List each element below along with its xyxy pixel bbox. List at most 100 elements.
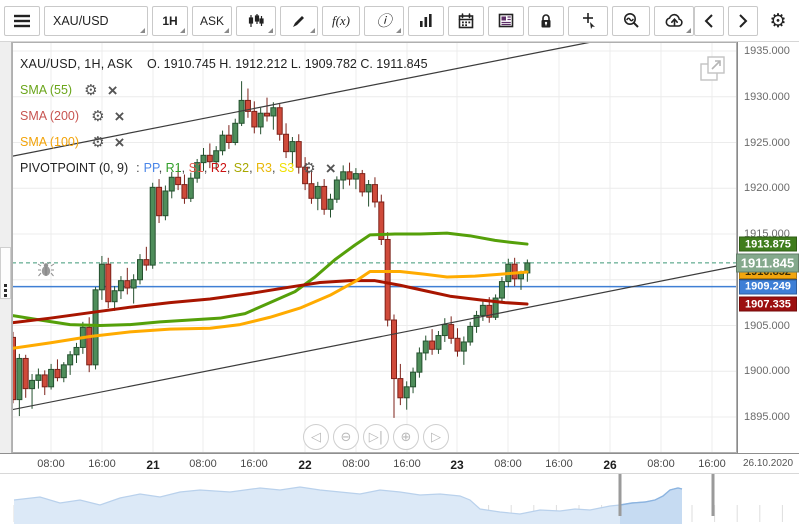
stats-button[interactable] — [408, 5, 444, 36]
timeframe-select[interactable]: 1H — [152, 5, 188, 36]
lock-button[interactable] — [528, 5, 564, 36]
price-badge: 1907.335 — [739, 296, 797, 312]
symbol-label: XAU/USD — [53, 13, 109, 28]
news-icon — [498, 13, 514, 28]
instrument-info-row: XAU/USD, 1H, ASK O. 1910.745 H. 1912.212… — [20, 51, 428, 77]
pivot-level-label: S3 — [278, 161, 295, 175]
indicator-label: SMA (100) — [20, 135, 80, 149]
lock-icon — [541, 13, 551, 27]
candle — [92, 287, 99, 370]
time-axis[interactable]: 26.10.2020 08:00 16:00 21 08:00 16:00 22 08:00… — [0, 453, 799, 473]
candle — [429, 329, 436, 355]
go-to-end-button[interactable]: ▷| — [363, 424, 389, 450]
indicator-close-icon[interactable]: × — [115, 108, 125, 125]
candle — [54, 359, 61, 382]
zoom-out-button[interactable]: ⊖ — [333, 424, 359, 450]
candle — [371, 177, 378, 208]
calendar-button[interactable] — [448, 5, 484, 36]
indicator-close-icon[interactable]: × — [108, 82, 118, 99]
candle — [60, 362, 67, 383]
info-button[interactable]: ⓘ — [364, 5, 404, 36]
indicator-close-icon[interactable]: × — [326, 160, 336, 177]
indicators-button[interactable]: f(x) — [322, 5, 360, 36]
candle — [149, 182, 156, 269]
time-tick-label: 08:00 — [37, 458, 65, 470]
indicator-label: PIVOTPOINT (0, 9) — [20, 161, 129, 175]
upload-button[interactable] — [654, 5, 694, 36]
indicator-label: SMA (200) — [20, 109, 80, 123]
draw-tools-button[interactable] — [280, 5, 318, 36]
left-panel-splitter[interactable] — [0, 42, 12, 453]
axis-corner-date: 26.10.2020 — [742, 458, 794, 469]
candle — [105, 257, 112, 309]
zoom-in-button[interactable]: ⊕ — [393, 424, 419, 450]
indicator-row-sma200: SMA (200) ⚙ × — [20, 103, 428, 129]
pivot-level-label: PP — [143, 161, 159, 175]
time-tick-label: 16:00 — [698, 458, 726, 470]
price-axis[interactable]: 1935.000 1930.000 1925.000 1920.000 1915.000… — [736, 42, 799, 453]
top-toolbar: XAU/USD 1H ASK f(x) ⓘ ⚙ — [0, 0, 799, 42]
settings-button[interactable]: ⚙ — [762, 5, 794, 36]
indicator-settings-icon[interactable]: ⚙ — [91, 133, 104, 151]
calendar-icon — [458, 12, 474, 28]
expand-chart-icon[interactable] — [699, 55, 727, 83]
bug-icon[interactable] — [37, 261, 55, 278]
pan-back-button[interactable] — [694, 5, 724, 36]
price-tick-label: 1905.000 — [744, 319, 790, 332]
time-tick-label: 16:00 — [240, 458, 268, 470]
indicator-row-sma100: SMA (100) ⚙ × — [20, 129, 428, 155]
candle — [314, 181, 321, 211]
time-tick-label: 08:00 — [647, 458, 675, 470]
candle — [397, 363, 404, 406]
ohlc-readout: O. 1910.745 H. 1912.212 L. 1909.782 C. 1… — [146, 57, 428, 71]
zoom-tool-button[interactable] — [612, 5, 650, 36]
candle — [321, 179, 328, 215]
pivot-level-label: R1 — [165, 161, 182, 175]
menu-button[interactable] — [4, 5, 40, 36]
range-navigator[interactable] — [0, 473, 799, 524]
candle — [124, 267, 131, 295]
pivot-level-label: R3 — [256, 161, 272, 175]
navigator-left-handle[interactable] — [618, 474, 622, 516]
news-button[interactable] — [488, 5, 524, 36]
timeframe-label: 1H — [162, 13, 178, 28]
price-tick-label: 1935.000 — [744, 45, 790, 57]
indicator-label: SMA (55) — [20, 83, 73, 97]
candle — [492, 294, 499, 321]
chart-legend: XAU/USD, 1H, ASK O. 1910.745 H. 1912.212… — [20, 51, 428, 181]
zoom-chart-icon — [623, 13, 639, 28]
time-tick-label: 08:00 — [189, 458, 217, 470]
candle — [22, 354, 29, 398]
indicator-row-pivotpoint: PIVOTPOINT (0, 9) : PP, R1, S1, R2, S2, … — [20, 155, 428, 181]
pan-forward-button[interactable] — [728, 5, 758, 36]
indicator-settings-icon[interactable]: ⚙ — [91, 107, 104, 125]
instrument-title: XAU/USD, 1H, ASK — [20, 57, 133, 71]
indicator-row-sma55: SMA (55) ⚙ × — [20, 77, 428, 103]
candle — [479, 299, 486, 321]
candle — [391, 314, 397, 418]
candle — [137, 254, 143, 285]
time-tick-label: 16:00 — [393, 458, 421, 470]
symbol-select[interactable]: XAU/USD — [44, 5, 148, 36]
indicator-settings-icon[interactable]: ⚙ — [84, 81, 97, 99]
time-tick-label: 23 — [450, 458, 464, 472]
chart-type-button[interactable] — [236, 5, 276, 36]
price-type-select[interactable]: ASK — [192, 5, 232, 36]
navigator-right-handle[interactable] — [711, 474, 715, 516]
candle — [162, 185, 169, 221]
chevron-left-icon — [704, 13, 713, 28]
pivot-levels-list: PP, R1, S1, R2, S2, R3, S3 — [143, 161, 295, 175]
pan-left-button[interactable]: ◁ — [303, 424, 329, 450]
candle — [111, 286, 118, 311]
time-tick-label: 21 — [146, 458, 160, 472]
price-tick-label: 1895.000 — [744, 411, 790, 423]
grip-dot — [4, 294, 7, 297]
splitter-thumb[interactable] — [0, 247, 11, 299]
candle — [416, 347, 423, 378]
chevron-right-icon — [739, 13, 748, 28]
crosshair-button[interactable] — [568, 5, 608, 36]
indicator-close-icon[interactable]: × — [115, 134, 125, 151]
menu-icon — [14, 14, 30, 27]
indicator-settings-icon[interactable]: ⚙ — [302, 159, 315, 177]
pan-right-button[interactable]: ▷ — [423, 424, 449, 450]
